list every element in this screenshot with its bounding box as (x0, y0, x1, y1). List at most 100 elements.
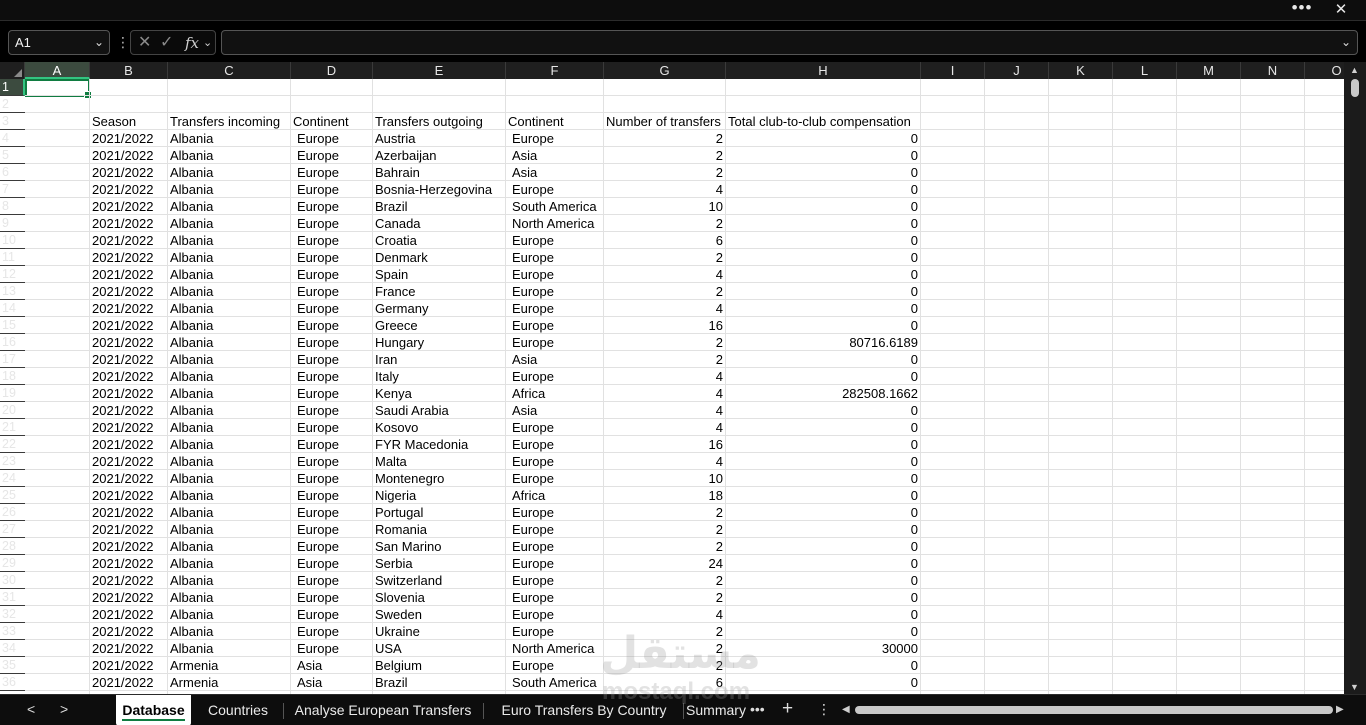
table-cell[interactable]: 2021/2022 (90, 589, 167, 606)
row-header-3[interactable]: 3 (0, 113, 25, 130)
table-cell[interactable]: North America (506, 215, 603, 232)
table-cell[interactable]: 2 (604, 215, 725, 232)
table-cell[interactable]: 2021/2022 (90, 487, 167, 504)
table-cell[interactable]: 0 (726, 589, 920, 606)
table-cell[interactable]: 2021/2022 (90, 470, 167, 487)
table-cell[interactable]: 0 (726, 521, 920, 538)
table-cell[interactable]: France (373, 283, 505, 300)
table-cell[interactable]: Belgium (373, 657, 505, 674)
table-cell[interactable]: 2021/2022 (90, 164, 167, 181)
table-cell[interactable]: Europe (291, 623, 372, 640)
table-cell[interactable]: Europe (291, 572, 372, 589)
row-header-1[interactable]: 1 (0, 79, 25, 96)
table-cell[interactable]: Africa (506, 385, 603, 402)
table-cell[interactable]: 2021/2022 (90, 147, 167, 164)
row-header-32[interactable]: 32 (0, 606, 25, 623)
table-cell[interactable]: 4 (604, 606, 725, 623)
table-cell[interactable]: Albania (168, 147, 290, 164)
row-header-36[interactable]: 36 (0, 674, 25, 691)
table-cell[interactable]: 4 (604, 419, 725, 436)
table-cell[interactable]: Albania (168, 589, 290, 606)
table-cell[interactable]: Albania (168, 283, 290, 300)
table-cell[interactable]: Europe (291, 147, 372, 164)
table-cell[interactable]: Europe (506, 334, 603, 351)
table-cell[interactable]: Croatia (373, 232, 505, 249)
table-cell[interactable]: 2021/2022 (90, 419, 167, 436)
table-cell[interactable]: 2021/2022 (90, 453, 167, 470)
column-header-b[interactable]: B (90, 62, 168, 79)
table-cell[interactable]: Switzerland (373, 572, 505, 589)
row-header-14[interactable]: 14 (0, 300, 25, 317)
table-cell[interactable]: Asia (506, 351, 603, 368)
column-header-f[interactable]: F (506, 62, 604, 79)
table-cell[interactable]: 2021/2022 (90, 521, 167, 538)
table-cell[interactable]: Europe (291, 385, 372, 402)
table-cell[interactable]: USA (373, 640, 505, 657)
scroll-down-icon[interactable]: ▼ (1350, 682, 1359, 692)
table-cell[interactable]: Albania (168, 538, 290, 555)
table-cell[interactable]: South America (506, 674, 603, 691)
table-cell[interactable]: Europe (291, 266, 372, 283)
row-header-23[interactable]: 23 (0, 453, 25, 470)
table-cell[interactable]: 0 (726, 368, 920, 385)
table-cell[interactable]: Continent (506, 113, 603, 130)
horizontal-scrollbar[interactable]: ◀ ▶ (842, 704, 1348, 716)
table-cell[interactable]: Total club-to-club compensation (726, 113, 920, 130)
enter-check-icon[interactable]: ✓ (160, 33, 173, 53)
row-header-20[interactable]: 20 (0, 402, 25, 419)
table-cell[interactable]: Africa (506, 487, 603, 504)
table-cell[interactable]: Europe (291, 232, 372, 249)
table-cell[interactable]: Iran (373, 351, 505, 368)
column-header-l[interactable]: L (1113, 62, 1177, 79)
table-cell[interactable]: Albania (168, 317, 290, 334)
table-cell[interactable]: Asia (506, 164, 603, 181)
table-cell[interactable]: 2021/2022 (90, 283, 167, 300)
row-header-21[interactable]: 21 (0, 419, 25, 436)
table-cell[interactable]: 2021/2022 (90, 572, 167, 589)
row-header-25[interactable]: 25 (0, 487, 25, 504)
table-cell[interactable]: Europe (506, 555, 603, 572)
column-header-h[interactable]: H (726, 62, 921, 79)
table-cell[interactable]: Albania (168, 606, 290, 623)
table-cell[interactable]: Europe (291, 453, 372, 470)
row-header-7[interactable]: 7 (0, 181, 25, 198)
table-cell[interactable]: 2 (604, 657, 725, 674)
table-cell[interactable]: Europe (506, 317, 603, 334)
table-cell[interactable]: 10 (604, 198, 725, 215)
table-cell[interactable]: 0 (726, 436, 920, 453)
table-cell[interactable]: Europe (506, 232, 603, 249)
table-cell[interactable]: Romania (373, 521, 505, 538)
table-cell[interactable]: 4 (604, 385, 725, 402)
table-cell[interactable]: Number of transfers (604, 113, 725, 130)
table-cell[interactable]: 0 (726, 147, 920, 164)
table-cell[interactable]: Europe (291, 640, 372, 657)
next-sheet-icon[interactable]: > (60, 701, 68, 717)
formula-input[interactable]: ⌄ (221, 30, 1358, 55)
table-cell[interactable]: Albania (168, 130, 290, 147)
table-cell[interactable]: Bosnia-Herzegovina (373, 181, 505, 198)
column-header-d[interactable]: D (291, 62, 373, 79)
table-cell[interactable]: Brazil (373, 674, 505, 691)
table-cell[interactable]: 0 (726, 249, 920, 266)
table-cell[interactable]: 0 (726, 351, 920, 368)
table-cell[interactable]: 4 (604, 181, 725, 198)
table-cell[interactable]: Bahrain (373, 164, 505, 181)
row-header-35[interactable]: 35 (0, 657, 25, 674)
table-cell[interactable]: Asia (506, 402, 603, 419)
table-cell[interactable]: Europe (291, 589, 372, 606)
table-cell[interactable]: Europe (506, 538, 603, 555)
table-cell[interactable]: Europe (506, 521, 603, 538)
table-cell[interactable]: 0 (726, 538, 920, 555)
table-cell[interactable]: Europe (506, 589, 603, 606)
row-header-9[interactable]: 9 (0, 215, 25, 232)
table-cell[interactable]: Italy (373, 368, 505, 385)
table-cell[interactable]: 2 (604, 283, 725, 300)
row-header-33[interactable]: 33 (0, 623, 25, 640)
table-cell[interactable]: Armenia (168, 674, 290, 691)
chevron-down-icon[interactable]: ⌄ (203, 33, 212, 53)
table-cell[interactable]: 0 (726, 504, 920, 521)
table-cell[interactable]: 18 (604, 487, 725, 504)
table-cell[interactable]: 2021/2022 (90, 623, 167, 640)
table-cell[interactable]: Albania (168, 436, 290, 453)
vertical-scroll-thumb[interactable] (1351, 79, 1359, 97)
